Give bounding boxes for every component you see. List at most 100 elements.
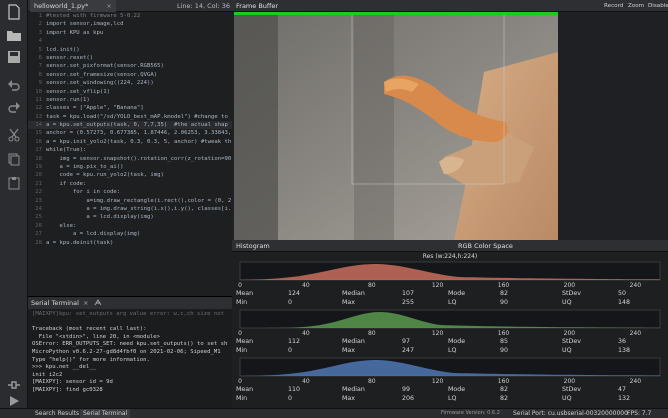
code-line[interactable]: 15 anchor = (0.57273, 0.677385, 1.87446, … bbox=[28, 129, 232, 137]
copy-icon[interactable] bbox=[5, 152, 23, 170]
line-number: 15 bbox=[35, 130, 42, 137]
serial-output[interactable]: [MAIXPY]kpu: set_outputs arg value error… bbox=[28, 309, 232, 395]
line-number: 24 bbox=[35, 205, 42, 212]
stat-value-lq: 82 bbox=[500, 395, 509, 402]
zoom-button[interactable]: Zoom bbox=[628, 0, 644, 12]
stat-value-mode: 82 bbox=[500, 290, 509, 297]
stat-value-median: 97 bbox=[402, 338, 411, 345]
line-number: 6 bbox=[38, 54, 42, 61]
serial-terminal-title: Serial Terminal bbox=[31, 299, 79, 307]
record-button[interactable]: Record bbox=[604, 0, 623, 12]
frame-buffer-header: Frame Buffer Record Zoom Disable bbox=[232, 0, 668, 12]
code-line[interactable]: 1 #tested with firmware 5-0.22 bbox=[28, 12, 232, 20]
line-number: 23 bbox=[35, 197, 42, 204]
histogram-plot: 0 40 80 120 160 200 240 bbox=[238, 261, 661, 288]
code-text: else: bbox=[46, 222, 77, 229]
code-line[interactable]: 10 sensor.set_vflip(1) bbox=[28, 88, 232, 96]
axis-tick-label: 240 bbox=[630, 282, 642, 288]
histogram-title: Histogram bbox=[236, 242, 270, 250]
code-text: import sensor,image,lcd bbox=[46, 21, 124, 28]
code-line[interactable]: 9 sensor.set_windowing((224, 224)) bbox=[28, 79, 232, 87]
code-line[interactable]: 19 a = img.pix_to_ai() bbox=[28, 163, 232, 171]
axis-tick-label: 120 bbox=[432, 282, 444, 288]
line-number: 1 bbox=[38, 13, 42, 19]
undo-icon[interactable] bbox=[5, 78, 23, 96]
code-line[interactable]: 6 sensor.reset() bbox=[28, 54, 232, 62]
line-number: 16 bbox=[35, 138, 42, 145]
stat-label: Mean bbox=[236, 338, 254, 345]
search-results-tab[interactable]: Search Results bbox=[32, 409, 82, 418]
code-line[interactable]: 21 if code: bbox=[28, 180, 232, 188]
line-number: 10 bbox=[35, 88, 42, 95]
stat-label: UQ bbox=[562, 347, 572, 354]
paste-icon[interactable] bbox=[5, 176, 23, 194]
histogram-plot: 0 40 80 120 160 200 240 bbox=[238, 357, 661, 384]
close-icon[interactable]: × bbox=[83, 299, 88, 307]
code-line[interactable]: 13 task = kpu.load("/sd/YOLO_best_mAP.kmo… bbox=[28, 113, 232, 121]
axis-tick-label: 40 bbox=[302, 330, 310, 336]
histogram-header: Histogram RGB Color Space bbox=[232, 240, 668, 252]
open-folder-icon[interactable] bbox=[5, 28, 23, 46]
serial-line bbox=[32, 319, 230, 327]
code-line[interactable]: 8 sensor.set_framesize(sensor.QVGA) bbox=[28, 71, 232, 79]
stat-label: Median bbox=[342, 338, 365, 345]
code-line[interactable]: 16 a = kpu.init_yolo2(task, 0.3, 0.3, 5, … bbox=[28, 138, 232, 146]
code-line[interactable]: 18 img = sensor.snapshot().rotation_corr… bbox=[28, 155, 232, 163]
code-line[interactable]: 24 a = img.draw_string(i.x(),i.y(), clas… bbox=[28, 205, 232, 213]
code-line[interactable]: 7 sensor.set_pixformat(sensor.RGB565) bbox=[28, 62, 232, 70]
redo-icon[interactable] bbox=[5, 100, 23, 118]
axis-tick-label: 0 bbox=[238, 282, 242, 288]
axis-tick-label: 200 bbox=[564, 378, 576, 384]
histogram-channel-r: 0 40 80 120 160 200 240 Mean 124 Median 107 Mode 82 S… bbox=[232, 260, 668, 306]
code-line[interactable]: 2 import sensor,image,lcd bbox=[28, 20, 232, 28]
histogram-channel-b: 0 40 80 120 160 200 240 Mean 110 Median 99 Mode 82 St… bbox=[232, 356, 668, 402]
stat-value-min: 0 bbox=[288, 395, 293, 402]
code-line[interactable]: 22 for i in code: bbox=[28, 188, 232, 196]
code-line[interactable]: 20 code = kpu.run_yolo2(task, img) bbox=[28, 171, 232, 179]
code-line[interactable]: 11 sensor.run(1) bbox=[28, 96, 232, 104]
cut-icon[interactable] bbox=[5, 128, 23, 146]
code-line[interactable]: 25 a = lcd.display(img) bbox=[28, 213, 232, 221]
line-number: 25 bbox=[35, 214, 42, 221]
code-text: task = kpu.load("/sd/YOLO_best_mAP.kmode… bbox=[46, 113, 228, 120]
code-line[interactable]: 23 a=img.draw_rectangle(i.rect(),color =… bbox=[28, 197, 232, 205]
line-number: 27 bbox=[35, 231, 42, 238]
stat-value-median: 107 bbox=[402, 290, 415, 297]
line-number: 28 bbox=[35, 239, 42, 246]
stat-label: StDev bbox=[562, 386, 581, 393]
new-file-icon[interactable] bbox=[5, 4, 23, 22]
stat-value-lq: 90 bbox=[500, 347, 509, 354]
code-area[interactable]: 1 #tested with firmware 5-0.22 2 import sen… bbox=[28, 12, 232, 247]
stat-value-mean: 124 bbox=[288, 290, 301, 297]
histogram-channel-g: 0 40 80 120 160 200 240 Mean 112 Median 97 Mode 85 St… bbox=[232, 308, 668, 354]
code-line[interactable]: 12 classes = ["Apple", "Banana"] bbox=[28, 104, 232, 112]
code-line[interactable]: 4 bbox=[28, 37, 232, 45]
text-cursor-icon[interactable] bbox=[92, 299, 102, 307]
code-line[interactable]: 26 else: bbox=[28, 222, 232, 230]
code-line[interactable]: 14 a = kpu.set_outputs(task, 0, 7,7,35) #… bbox=[28, 121, 232, 130]
code-line[interactable]: 5 lcd.init() bbox=[28, 46, 232, 54]
stat-value-uq: 148 bbox=[618, 299, 631, 306]
stat-value-mode: 82 bbox=[500, 386, 509, 393]
stat-label: Max bbox=[342, 347, 356, 354]
stat-value-uq: 138 bbox=[618, 347, 631, 354]
stat-value-stdev: 36 bbox=[618, 338, 627, 345]
line-number: 13 bbox=[35, 113, 42, 120]
stat-value-uq: 132 bbox=[618, 395, 631, 402]
stat-label: Min bbox=[236, 299, 248, 306]
code-line[interactable]: 17 while(True): bbox=[28, 146, 232, 154]
stat-label: LQ bbox=[448, 347, 457, 354]
save-icon[interactable] bbox=[5, 50, 23, 68]
stat-value-stdev: 50 bbox=[618, 290, 627, 297]
axis-tick-label: 40 bbox=[302, 282, 310, 288]
color-space-select[interactable]: RGB Color Space bbox=[458, 240, 513, 252]
line-number: 22 bbox=[35, 189, 42, 196]
code-line[interactable]: 3 import KPU as kpu bbox=[28, 29, 232, 37]
serial-terminal-tab[interactable]: Serial Terminal bbox=[80, 409, 131, 418]
code-text: sensor.set_vflip(1) bbox=[46, 88, 110, 95]
code-line[interactable]: 28 a = kpu.deinit(task) bbox=[28, 239, 232, 247]
line-number: 8 bbox=[38, 71, 42, 78]
disable-button[interactable]: Disable bbox=[648, 0, 668, 12]
axis-tick-label: 200 bbox=[564, 282, 576, 288]
code-line[interactable]: 27 a = lcd.display(img) bbox=[28, 230, 232, 238]
